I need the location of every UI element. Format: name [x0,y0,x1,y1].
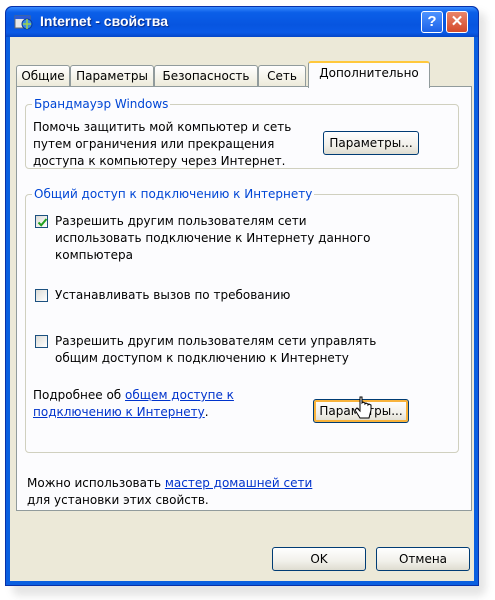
cancel-button[interactable]: Отмена [376,547,470,571]
close-button[interactable]: ✕ [446,11,468,33]
ok-button[interactable]: OK [272,547,366,571]
help-icon: ? [427,13,437,30]
dial-on-demand-label: Устанавливать вызов по требованию [55,288,291,302]
firewall-description: Помочь защитить мой компьютер и сеть пут… [33,120,292,168]
allow-control-label: Разрешить другим пользователям сети упра… [55,334,377,365]
tab-panel-advanced: Брандмауэр Windows Помочь защитить мой к… [16,86,472,511]
dialog-client-area: Общие Параметры Безопасность Сеть Дополн… [10,37,474,581]
allow-sharing-label: Разрешить другим пользователям сети испо… [55,214,371,262]
tab-settings[interactable]: Параметры [70,65,154,87]
ics-more-info: Подробнее об общем доступе к подключению… [33,388,234,419]
tab-general[interactable]: Общие [16,65,70,87]
dial-on-demand-checkbox[interactable] [35,289,48,302]
mouse-pointer-icon [354,396,372,425]
home-network-text: Можно использовать мастер домашней сети … [27,476,313,507]
window-title: Internet - свойства [40,13,168,29]
allow-control-checkbox[interactable] [35,335,48,348]
firewall-legend: Брандмауэр Windows [34,97,169,111]
tab-network[interactable]: Сеть [258,65,306,87]
tab-security[interactable]: Безопасность [154,65,258,87]
close-icon: ✕ [450,13,464,30]
checkmark-icon [37,218,48,227]
tab-advanced[interactable]: Дополнительно [308,61,430,88]
title-bar[interactable]: Internet - свойства ? ✕ [6,7,478,37]
properties-dialog: Internet - свойства ? ✕ Общие Параметры … [5,6,479,586]
allow-sharing-checkbox[interactable] [35,215,48,228]
ics-legend: Общий доступ к подключению к Интернету [34,187,313,201]
internet-options-icon [14,13,34,31]
firewall-settings-button[interactable]: Параметры... [323,131,419,155]
home-network-wizard-link[interactable]: мастер домашней сети [165,476,312,490]
help-button[interactable]: ? [421,11,443,33]
